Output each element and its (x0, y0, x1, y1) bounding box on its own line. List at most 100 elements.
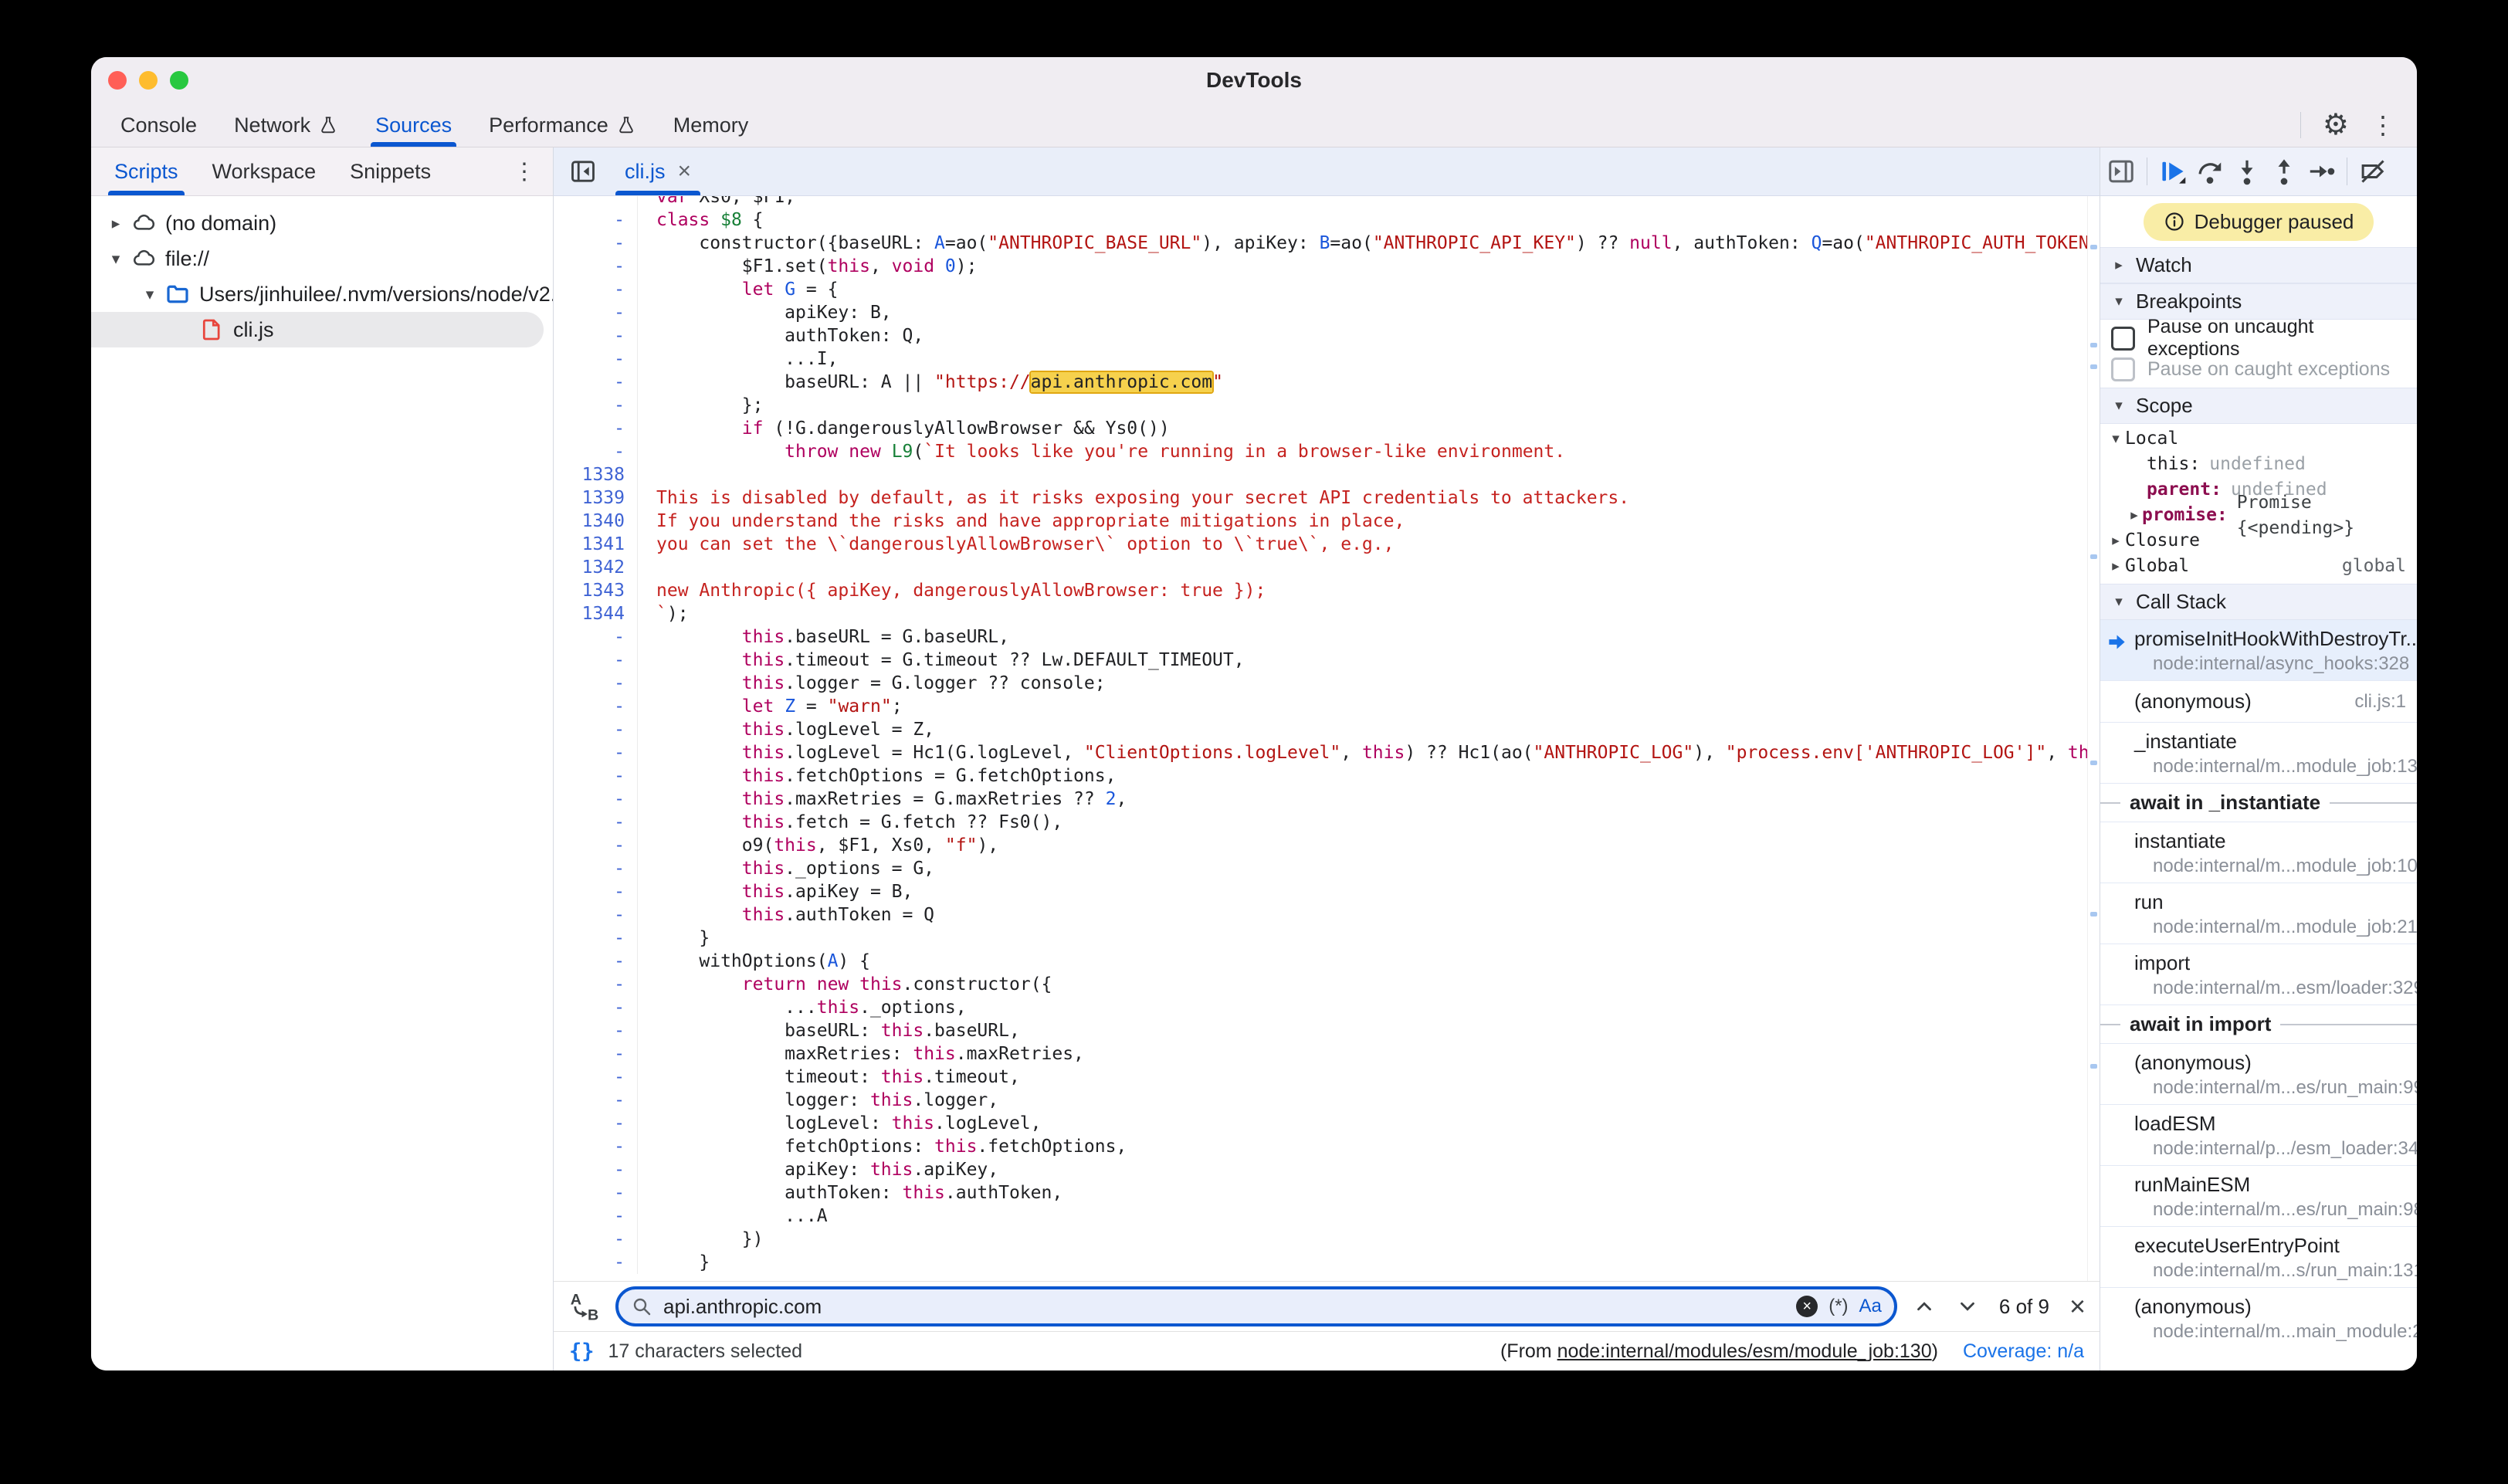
gutter-collapsed-marker[interactable]: - (554, 695, 638, 718)
gutter-collapsed-marker[interactable]: - (554, 1135, 638, 1158)
sidebar-tab-snippets[interactable]: Snippets (333, 147, 448, 195)
gutter-collapsed-marker[interactable]: - (554, 417, 638, 440)
gutter-collapsed-marker[interactable]: - (554, 649, 638, 672)
step-out-button[interactable] (2269, 157, 2299, 186)
gutter-collapsed-marker[interactable]: - (554, 1158, 638, 1181)
code-line[interactable]: - baseURL: A || "https://api.anthropic.c… (554, 371, 2088, 394)
call-stack-frame-instantiate[interactable]: _instantiatenode:internal/m...module_job… (2100, 722, 2417, 783)
code-line[interactable]: - ...A (554, 1204, 2088, 1228)
gutter-collapsed-marker[interactable]: - (554, 950, 638, 973)
code-line[interactable]: - this.authToken = Q (554, 903, 2088, 927)
sidebar-tab-scripts[interactable]: Scripts (97, 147, 195, 195)
code-line[interactable]: - maxRetries: this.maxRetries, (554, 1042, 2088, 1066)
tab-network[interactable]: Network (215, 103, 357, 147)
gutter-collapsed-marker[interactable]: - (554, 672, 638, 695)
gutter-collapsed-marker[interactable]: - (554, 1042, 638, 1066)
tree-expander-right-icon[interactable]: ▸ (102, 214, 130, 233)
code-line[interactable]: - fetchOptions: this.fetchOptions, (554, 1135, 2088, 1158)
gutter-collapsed-marker[interactable]: - (554, 996, 638, 1019)
call-stack-frame-loadesm[interactable]: loadESMnode:internal/p.../esm_loader:34 (2100, 1104, 2417, 1165)
close-find-bar-icon[interactable]: × (2069, 1293, 2086, 1320)
gutter-collapsed-marker[interactable]: - (554, 371, 638, 394)
code-line[interactable]: 1344`); (554, 602, 2088, 625)
step-button[interactable] (2306, 157, 2336, 186)
gutter-line-number[interactable]: 1344 (554, 602, 638, 625)
call-stack-frame-anonymous[interactable]: (anonymous)node:internal/m...es/run_main… (2100, 1043, 2417, 1104)
code-line[interactable]: - logger: this.logger, (554, 1089, 2088, 1112)
code-line[interactable]: 1343new Anthropic({ apiKey, dangerouslyA… (554, 579, 2088, 602)
breakpoints-section-header[interactable]: ▾ Breakpoints (2100, 283, 2417, 320)
gutter-collapsed-marker[interactable]: - (554, 811, 638, 834)
code-line[interactable]: - this.apiKey = B, (554, 880, 2088, 903)
code-line[interactable]: - this.fetch = G.fetch ?? Fs0(), (554, 811, 2088, 834)
code-line[interactable]: - } (554, 1251, 2088, 1274)
code-line[interactable]: - o9(this, $F1, Xs0, "f"), (554, 834, 2088, 857)
previous-match-icon[interactable] (1913, 1295, 1936, 1318)
call-stack-frame-anonymous[interactable]: (anonymous)node:internal/m...main_module… (2100, 1287, 2417, 1348)
navigator-menu-kebab-icon[interactable]: ⋮ (513, 158, 547, 185)
match-case-toggle[interactable]: Aa (1859, 1296, 1882, 1317)
code-line[interactable]: - authToken: this.authToken, (554, 1181, 2088, 1204)
gutter-collapsed-marker[interactable]: - (554, 208, 638, 232)
gutter-collapsed-marker[interactable]: - (554, 324, 638, 347)
code-line[interactable]: - logLevel: this.logLevel, (554, 1112, 2088, 1135)
gutter-collapsed-marker[interactable]: - (554, 788, 638, 811)
code-line[interactable]: 1340If you understand the risks and have… (554, 510, 2088, 533)
code-line[interactable]: - ...this._options, (554, 996, 2088, 1019)
scope-var-promise[interactable]: ▸promise:Promise {<pending>} (2100, 503, 2417, 528)
code-line[interactable]: var Xs0, $F1; (554, 196, 2088, 208)
code-line[interactable]: - this.fetchOptions = G.fetchOptions, (554, 764, 2088, 788)
code-line[interactable]: - }) (554, 1228, 2088, 1251)
editor-scrollbar[interactable] (2087, 196, 2100, 1281)
gutter-collapsed-marker[interactable]: - (554, 1228, 638, 1251)
step-into-button[interactable] (2232, 157, 2262, 186)
call-stack-section-header[interactable]: ▾ Call Stack (2100, 584, 2417, 620)
gutter-collapsed-marker[interactable]: - (554, 232, 638, 255)
gutter-collapsed-marker[interactable]: - (554, 1066, 638, 1089)
code-line[interactable]: - throw new L9(`It looks like you're run… (554, 440, 2088, 463)
gutter-line-number[interactable]: 1341 (554, 533, 638, 556)
source-code-viewer[interactable]: var Xs0, $F1;-class $8 {- constructor({b… (554, 196, 2100, 1281)
coverage-link[interactable]: Coverage: n/a (1963, 1340, 2084, 1363)
code-line[interactable]: 1338 (554, 463, 2088, 486)
code-line[interactable]: - this.baseURL = G.baseURL, (554, 625, 2088, 649)
code-line[interactable]: - constructor({baseURL: A=ao("ANTHROPIC_… (554, 232, 2088, 255)
replace-toggle-icon[interactable]: AB (568, 1290, 600, 1323)
gutter-collapsed-marker[interactable]: - (554, 903, 638, 927)
call-stack-frame-anonymous[interactable]: (anonymous)cli.js:1 (2100, 680, 2417, 722)
gutter-collapsed-marker[interactable]: - (554, 880, 638, 903)
tree-item-users-jinhuilee-nvm-versions-node-v2[interactable]: ▾Users/jinhuilee/.nvm/versions/node/v2..… (91, 276, 553, 312)
tree-expander-down-icon[interactable]: ▾ (136, 285, 164, 304)
code-line[interactable]: 1342 (554, 556, 2088, 579)
gutter-collapsed-marker[interactable]: - (554, 440, 638, 463)
chevron-right-icon[interactable]: ▸ (2127, 503, 2142, 528)
gutter-collapsed-marker[interactable]: - (554, 718, 638, 741)
gutter-collapsed-marker[interactable]: - (554, 301, 638, 324)
resume-script-button[interactable] (2158, 157, 2188, 186)
code-line[interactable]: - baseURL: this.baseURL, (554, 1019, 2088, 1042)
gutter-line-number[interactable]: 1339 (554, 486, 638, 510)
call-stack-frame-run[interactable]: runnode:internal/m...module_job:214 (2100, 883, 2417, 944)
next-match-icon[interactable] (1956, 1295, 1979, 1318)
gutter-line-number[interactable]: 1342 (554, 556, 638, 579)
code-line[interactable]: 1339This is disabled by default, as it r… (554, 486, 2088, 510)
code-line[interactable]: - apiKey: B, (554, 301, 2088, 324)
gutter-collapsed-marker[interactable]: - (554, 1019, 638, 1042)
code-line[interactable]: - let G = { (554, 278, 2088, 301)
tab-performance[interactable]: Performance (470, 103, 655, 147)
code-line[interactable]: - this.timeout = G.timeout ?? Lw.DEFAULT… (554, 649, 2088, 672)
tree-item-no-domain[interactable]: ▸(no domain) (91, 205, 553, 241)
gutter-collapsed-marker[interactable]: - (554, 255, 638, 278)
tree-item-cli-js[interactable]: cli.js (91, 312, 544, 347)
settings-gear-icon[interactable]: ⚙ (2323, 110, 2349, 140)
code-line[interactable]: - let Z = "warn"; (554, 695, 2088, 718)
watch-section-header[interactable]: ▸ Watch (2100, 247, 2417, 283)
gutter-collapsed-marker[interactable]: - (554, 625, 638, 649)
gutter-collapsed-marker[interactable]: - (554, 857, 638, 880)
tab-memory[interactable]: Memory (655, 103, 768, 147)
code-line[interactable]: - return new this.constructor({ (554, 973, 2088, 996)
code-line[interactable]: -class $8 { (554, 208, 2088, 232)
code-line[interactable]: - this.logLevel = Hc1(G.logLevel, "Clien… (554, 741, 2088, 764)
call-stack-frame-instantiate[interactable]: instantiatenode:internal/m...module_job:… (2100, 822, 2417, 883)
scope-group-global[interactable]: ▸Globalglobal (2100, 554, 2417, 579)
